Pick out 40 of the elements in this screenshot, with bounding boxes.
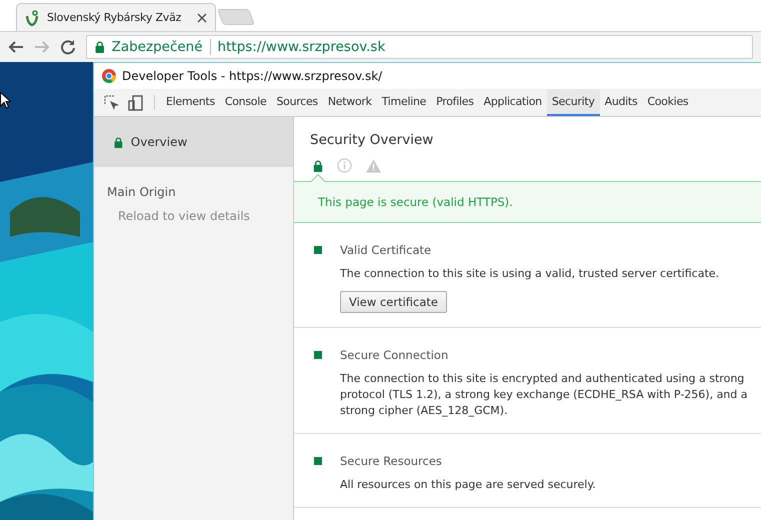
anchor-icon xyxy=(25,10,39,26)
status-square-icon xyxy=(314,246,322,254)
devtools-tab[interactable]: Console xyxy=(220,89,272,116)
sidebar-item[interactable]: Overview xyxy=(94,117,293,167)
security-label: Zabezpečené xyxy=(112,39,203,55)
lock-icon xyxy=(95,41,105,53)
explanation-text: All resources on this page are served securely. xyxy=(340,477,596,493)
browser-tab[interactable]: Slovenský Rybársky Zväz xyxy=(16,3,216,31)
devtools-tab[interactable]: Application xyxy=(478,89,547,116)
devtools-tab[interactable]: Timeline xyxy=(376,89,432,116)
reload-button[interactable] xyxy=(60,39,76,55)
tab-title: Slovenský Rybársky Zväz xyxy=(47,11,182,24)
cursor-icon xyxy=(0,92,11,109)
explanation-title: Secure Resources xyxy=(340,454,442,468)
panel-title: Security Overview xyxy=(309,131,434,148)
explanation-text: The connection to this site is using a valid, trusted server certificate. xyxy=(340,266,720,282)
devtools-tab[interactable]: Audits xyxy=(600,89,642,116)
window-title: Developer Tools - https://www.srzpresov.sk/ xyxy=(122,69,382,83)
status-square-icon xyxy=(314,351,322,359)
status-square-icon xyxy=(314,457,322,465)
devtools-tab[interactable]: Profiles xyxy=(431,89,479,116)
devtools-tab[interactable]: Security xyxy=(546,89,600,116)
browser-logo-icon xyxy=(102,69,116,83)
lock-icon[interactable] xyxy=(313,160,323,172)
address-bar[interactable]: Zabezpečené https://www.srzpresov.sk xyxy=(86,35,753,59)
close-icon[interactable] xyxy=(197,12,207,22)
devtools-tab[interactable]: Cookies xyxy=(642,89,694,116)
explanation-title: Valid Certificate xyxy=(340,243,432,257)
view-certificate-button[interactable]: View certificate xyxy=(340,291,447,313)
explanation-text: The connection to this site is encrypted and authenticated using a strong protocol (TLS 1.2), a strong key exchange (ECDHE_RSA with P-256), and a strong cipher (AES_128_GCM). xyxy=(340,371,748,419)
explanation-title: Secure Connection xyxy=(340,348,448,362)
summary-text: This page is secure (valid HTTPS). xyxy=(318,195,513,209)
back-button[interactable] xyxy=(8,39,24,55)
devtools-tab[interactable]: Elements xyxy=(161,89,220,116)
url-text: https://www.srzpresov.sk xyxy=(218,39,386,55)
lock-icon xyxy=(114,136,123,148)
section-heading: Main Origin xyxy=(106,184,177,199)
sidebar-hint: Reload to view details xyxy=(117,208,251,223)
devtools-tab[interactable]: Sources xyxy=(271,89,323,116)
devtools-tab[interactable]: Network xyxy=(322,89,377,116)
